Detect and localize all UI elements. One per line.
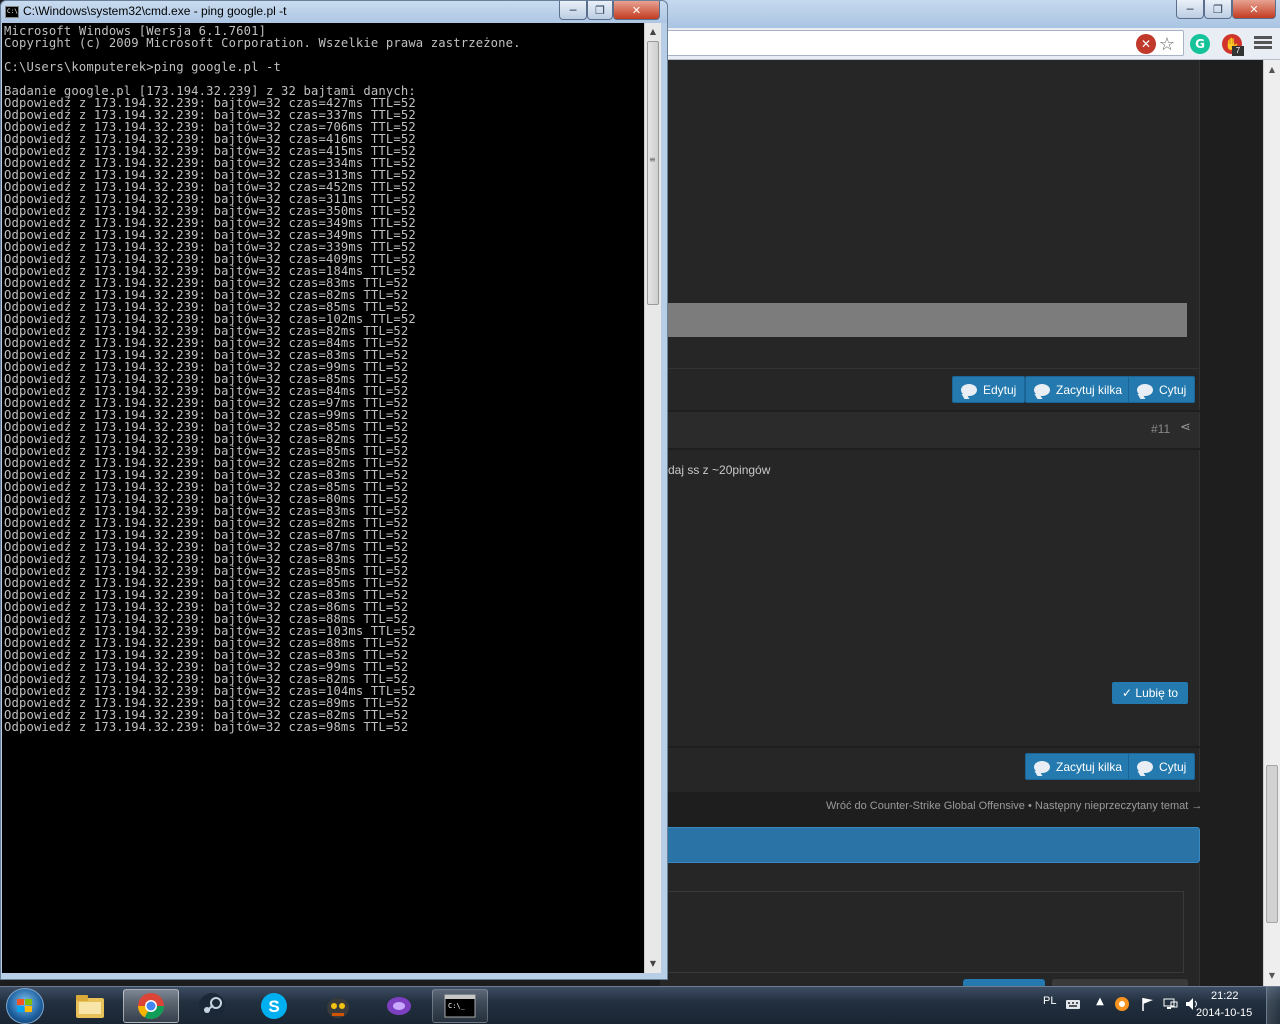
console-output[interactable]: Microsoft Windows [Wersja 6.1.7601] Copyr… (2, 23, 644, 973)
multiquote-button-label: Zacytuj kilka (1056, 382, 1123, 397)
multiquote-icon (1034, 383, 1050, 396)
stop-icon[interactable]: ✕ (1136, 34, 1156, 54)
chrome-icon (137, 993, 165, 1020)
steam-icon (199, 993, 225, 1019)
quote-button-2[interactable]: Cytuj (1128, 753, 1196, 780)
windows-logo-icon (17, 999, 33, 1013)
reply-tab-1[interactable] (963, 979, 1045, 986)
network-icon[interactable] (1162, 996, 1178, 1012)
cmd-icon: C:\_ (444, 994, 476, 1018)
clock-time[interactable]: 21:22 (1211, 990, 1239, 1002)
grammarly-icon[interactable]: G (1190, 34, 1210, 54)
game-icon (327, 998, 349, 1018)
svg-text:S: S (268, 997, 279, 1016)
forum-page: Edytuj Zacytuj kilka Cytuj #11 ⋖ daj ss … (660, 60, 1262, 986)
skype-icon: S (261, 993, 287, 1019)
cmd-scroll-up-icon[interactable]: ▲ (647, 25, 659, 39)
multiquote-button[interactable]: Zacytuj kilka (1025, 376, 1132, 403)
keyboard-icon[interactable] (1065, 996, 1081, 1012)
quote-icon (1137, 383, 1153, 396)
quote-icon-2 (1137, 760, 1153, 773)
page-scroll-up-icon[interactable]: ▲ (1266, 64, 1278, 76)
page-scrollbar[interactable]: ▲ ▼ (1263, 60, 1280, 986)
cmd-scrollbar[interactable]: ▲ ≡ ▼ (644, 23, 661, 973)
edit-button[interactable]: Edytuj (952, 376, 1026, 403)
cmd-maximize-button[interactable]: ❐ (587, 1, 613, 20)
browser-close-button[interactable]: ✕ (1232, 0, 1276, 19)
edit-icon (961, 383, 977, 396)
svg-text:C:\_: C:\_ (448, 1002, 466, 1010)
cmd-scroll-down-icon[interactable]: ▼ (647, 957, 659, 971)
post-1-quote-block (660, 303, 1187, 337)
taskbar-cmd[interactable]: C:\_ (432, 989, 488, 1023)
reply-tab-2[interactable] (1052, 979, 1188, 986)
taskbar: S C:\_ PL (0, 986, 1280, 1024)
cmd-scroll-thumb[interactable] (647, 41, 659, 305)
star-icon[interactable]: ☆ (1157, 34, 1177, 55)
multiquote-icon-2 (1034, 760, 1050, 773)
quote-button-label: Cytuj (1159, 382, 1187, 397)
cmd-app-icon[interactable]: C:\ (5, 6, 19, 18)
quote-button[interactable]: Cytuj (1128, 376, 1196, 403)
cmd-window-title: C:\Windows\system32\cmd.exe - ping googl… (23, 4, 287, 18)
taskbar-explorer[interactable] (62, 989, 118, 1023)
quick-reply-header (660, 827, 1200, 863)
post-number[interactable]: #11 (1151, 422, 1170, 436)
avast-icon[interactable] (1114, 996, 1130, 1012)
page-scroll-down-icon[interactable]: ▼ (1266, 970, 1278, 982)
browser-titlebar: ─ ❐ ✕ (660, 0, 1280, 28)
nav-separator: • (1027, 800, 1032, 812)
taskbar-chrome[interactable] (123, 989, 179, 1023)
back-to-forum-link[interactable]: Wróć do Counter-Strike Global Offensive (826, 800, 1025, 812)
cmd-minimize-button[interactable]: ─ (559, 1, 587, 20)
edit-button-label: Edytuj (983, 382, 1017, 397)
quick-reply-textarea[interactable] (660, 891, 1184, 973)
like-button[interactable]: ✓ Lubię to (1112, 682, 1189, 704)
browser-window: ─ ❐ ✕ ✕ ☆ G ✋ 7 Edytuj Zacytuj kilka Cyt… (660, 0, 1280, 986)
post-2-header (660, 412, 1200, 448)
tray-overflow-icon[interactable]: ▲ (1092, 996, 1108, 1012)
cmd-close-button[interactable]: ✕ (613, 1, 660, 20)
browser-maximize-button[interactable]: ❐ (1204, 0, 1232, 19)
app-icon (387, 997, 411, 1015)
console-text: Microsoft Windows [Wersja 6.1.7601] Copyr… (2, 23, 644, 733)
clock-date[interactable]: 2014-10-15 (1196, 1007, 1252, 1019)
next-unread-link[interactable]: Następny nieprzeczytany temat → (1035, 800, 1203, 812)
browser-minimize-button[interactable]: ─ (1176, 0, 1204, 19)
post-1-divider (660, 368, 1200, 369)
chrome-menu-icon[interactable] (1254, 34, 1272, 52)
scroll-grip-icon: ≡ (649, 155, 656, 164)
multiquote-button-2-label: Zacytuj kilka (1056, 759, 1123, 774)
post-2-message: daj ss z ~20pingów (668, 463, 771, 477)
quote-button-2-label: Cytuj (1159, 759, 1187, 774)
taskbar-app[interactable] (371, 989, 427, 1023)
topic-navigation: Wróć do Counter-Strike Global Offensive … (826, 800, 1202, 812)
taskbar-game[interactable] (310, 989, 366, 1023)
start-button[interactable] (6, 988, 44, 1024)
console-line: C:\Users\komputerek>ping google.pl -t (4, 60, 282, 74)
cmd-titlebar[interactable]: C:\ C:\Windows\system32\cmd.exe - ping g… (1, 1, 667, 23)
console-line: Copyright (c) 2009 Microsoft Corporation… (4, 36, 521, 50)
taskbar-steam[interactable] (184, 989, 240, 1023)
taskbar-skype[interactable]: S (246, 989, 302, 1023)
cmd-window: C:\ C:\Windows\system32\cmd.exe - ping g… (0, 0, 668, 980)
flag-icon[interactable] (1140, 996, 1156, 1012)
adblock-badge: 7 (1232, 46, 1244, 56)
language-indicator[interactable]: PL (1043, 995, 1056, 1007)
console-line: Odpowiedź z 173.194.32.239: bajtów=32 cz… (4, 720, 409, 734)
multiquote-button-2[interactable]: Zacytuj kilka (1025, 753, 1132, 780)
show-desktop-button[interactable] (1266, 987, 1280, 1024)
post-1 (660, 60, 1200, 410)
page-scroll-thumb[interactable] (1266, 765, 1278, 923)
explorer-icon (76, 995, 104, 1018)
share-icon[interactable]: ⋖ (1180, 420, 1191, 435)
address-bar[interactable] (664, 30, 1184, 56)
